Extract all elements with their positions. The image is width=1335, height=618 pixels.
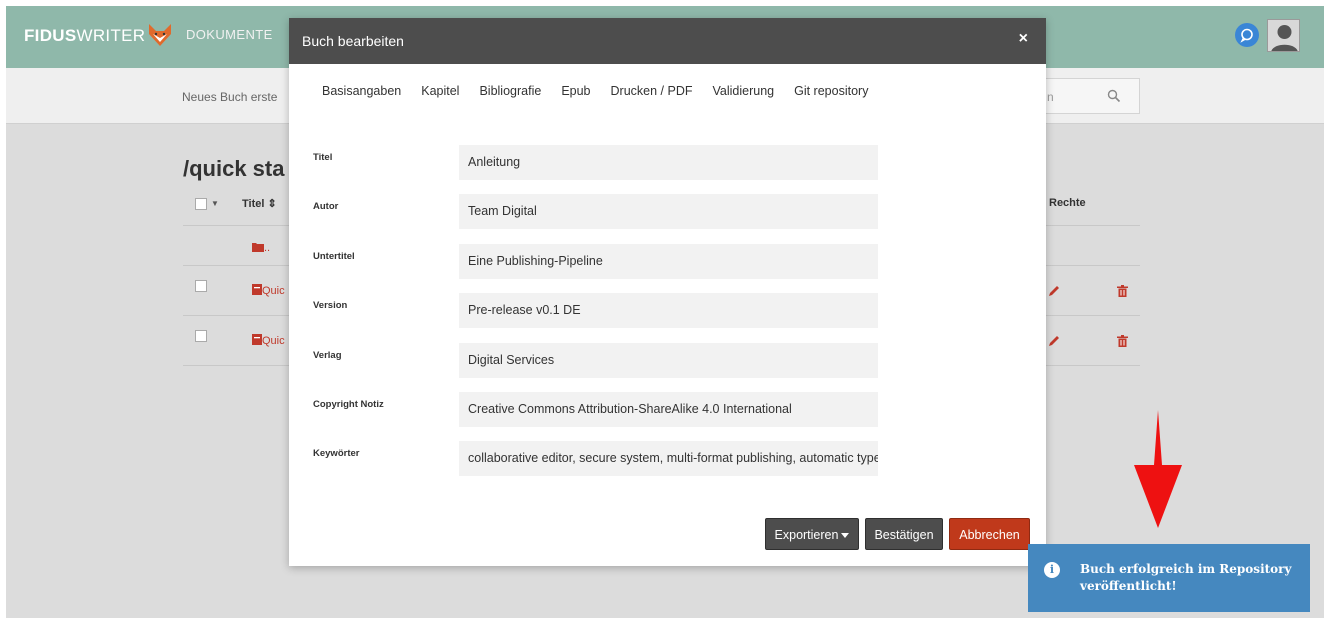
- notification-toast[interactable]: i Buch erfolgreich im Repository veröffe…: [1028, 544, 1310, 612]
- keywords-field[interactable]: collaborative editor, secure system, mul…: [459, 441, 878, 476]
- fox-logo-icon: [149, 24, 171, 46]
- column-header-title[interactable]: Titel ⇕: [242, 197, 277, 210]
- publisher-field[interactable]: Digital Services: [459, 343, 878, 378]
- chevron-down-icon[interactable]: ▼: [211, 199, 219, 208]
- title-label: Titel: [313, 152, 333, 163]
- close-icon[interactable]: ×: [1019, 30, 1028, 48]
- parent-folder-link[interactable]: ..: [252, 242, 270, 254]
- subtitle-label: Untertitel: [313, 251, 355, 262]
- trash-icon[interactable]: [1117, 335, 1128, 347]
- search-placeholder: n: [1047, 90, 1054, 104]
- table-row-title[interactable]: Quic: [252, 334, 285, 347]
- author-label: Autor: [313, 201, 339, 212]
- tab-print-pdf[interactable]: Drucken / PDF: [611, 84, 693, 98]
- table-row-title[interactable]: Quic: [252, 284, 285, 297]
- tab-git-repository[interactable]: Git repository: [794, 84, 868, 98]
- folder-title: /quick sta: [183, 156, 285, 181]
- keywords-label: Keywörter: [313, 448, 360, 459]
- cancel-button[interactable]: Abbrechen: [949, 518, 1030, 550]
- select-all-checkbox[interactable]: [195, 198, 207, 210]
- notification-text: Buch erfolgreich im Repository veröffent…: [1080, 562, 1292, 593]
- edit-pencil-icon[interactable]: [1048, 285, 1060, 297]
- tab-bibliography[interactable]: Bibliografie: [479, 84, 541, 98]
- search-icon: [1107, 89, 1121, 103]
- red-arrow-icon: [1134, 410, 1182, 528]
- tab-validation[interactable]: Validierung: [712, 84, 774, 98]
- dialog-header: Buch bearbeiten ×: [289, 18, 1046, 64]
- subtitle-field[interactable]: Eine Publishing-Pipeline: [459, 244, 878, 279]
- edit-book-dialog: Buch bearbeiten × Basisangaben Kapitel B…: [289, 18, 1046, 566]
- dialog-title: Buch bearbeiten: [302, 33, 404, 49]
- title-field[interactable]: Anleitung: [459, 145, 878, 180]
- book-icon: [252, 284, 262, 295]
- new-book-button[interactable]: Neues Buch erste: [182, 90, 277, 104]
- confirm-button[interactable]: Bestätigen: [865, 518, 943, 550]
- caret-down-icon: [841, 533, 850, 539]
- row-checkbox[interactable]: [195, 330, 207, 342]
- version-label: Version: [313, 300, 348, 311]
- user-avatar[interactable]: [1267, 19, 1300, 52]
- trash-icon[interactable]: [1117, 285, 1128, 297]
- publisher-label: Verlag: [313, 350, 342, 361]
- author-field[interactable]: Team Digital: [459, 194, 878, 229]
- nav-documents-link[interactable]: DOKUMENTE: [186, 27, 273, 42]
- copyright-label: Copyright Notiz: [313, 399, 384, 410]
- folder-icon: [252, 243, 264, 252]
- chat-icon[interactable]: [1235, 23, 1259, 47]
- tab-epub[interactable]: Epub: [561, 84, 590, 98]
- column-header-rights: Rechte: [1049, 197, 1086, 209]
- tab-basic-info[interactable]: Basisangaben: [322, 84, 401, 98]
- export-button[interactable]: Exportieren: [765, 518, 859, 550]
- dialog-tabs: Basisangaben Kapitel Bibliografie Epub D…: [322, 84, 868, 98]
- tab-chapters[interactable]: Kapitel: [421, 84, 459, 98]
- row-checkbox[interactable]: [195, 280, 207, 292]
- copyright-field[interactable]: Creative Commons Attribution-ShareAlike …: [459, 392, 878, 427]
- book-icon: [252, 334, 262, 345]
- edit-pencil-icon[interactable]: [1048, 335, 1060, 347]
- version-field[interactable]: Pre-release v0.1 DE: [459, 293, 878, 328]
- info-icon: i: [1044, 562, 1060, 578]
- app-logo-text[interactable]: FIDUSWRITER: [24, 26, 145, 46]
